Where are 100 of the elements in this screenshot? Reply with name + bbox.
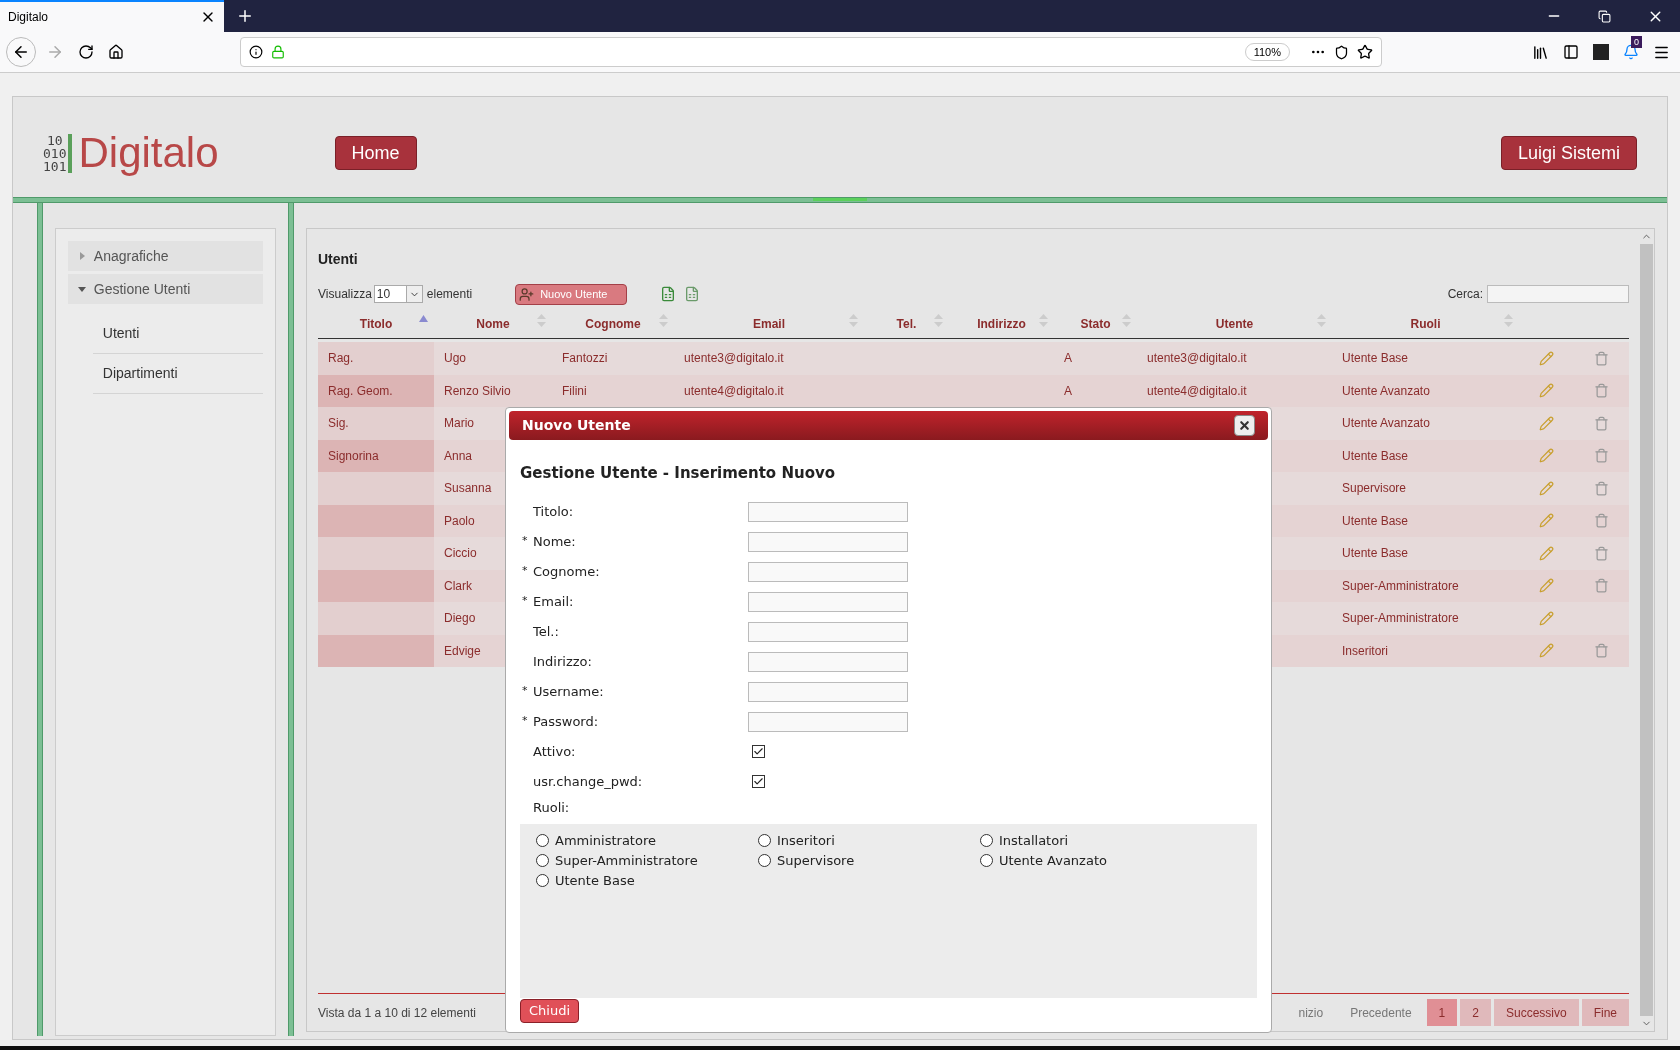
role-radio[interactable]: Installatori: [980, 831, 1202, 850]
delete-icon[interactable]: [1594, 383, 1609, 399]
table-cell-text: Ciccio: [444, 545, 477, 563]
column-header[interactable]: Stato: [1054, 314, 1137, 333]
delete-icon[interactable]: [1594, 480, 1609, 496]
edit-icon[interactable]: [1539, 383, 1554, 399]
text-field[interactable]: [748, 561, 908, 582]
role-radio[interactable]: Inseritori: [758, 831, 980, 850]
delete-icon[interactable]: [1594, 350, 1609, 366]
edit-icon[interactable]: [1539, 643, 1554, 659]
table-title: Utenti: [318, 250, 359, 269]
edit-icon[interactable]: [1539, 350, 1554, 366]
role-radio[interactable]: Utente Avanzato: [980, 851, 1202, 870]
table-cell-text: Utente Base: [1342, 447, 1409, 465]
edit-icon[interactable]: [1539, 578, 1554, 594]
pagination-button[interactable]: 2: [1460, 999, 1491, 1026]
edit-icon[interactable]: [1539, 545, 1554, 561]
user-button[interactable]: Luigi Sistemi: [1500, 136, 1637, 170]
delete-icon[interactable]: [1594, 643, 1609, 659]
pagination-button[interactable]: Fine: [1581, 999, 1629, 1026]
delete-icon[interactable]: [1594, 415, 1609, 431]
field-label: Titolo:: [533, 502, 574, 521]
edit-icon[interactable]: [1539, 513, 1554, 529]
role-radio[interactable]: Utente Base: [536, 871, 758, 890]
close-dialog-button[interactable]: Chiudi: [520, 998, 580, 1023]
bookmark-star-icon[interactable]: [1357, 44, 1373, 60]
edit-icon[interactable]: [1539, 448, 1554, 464]
column-header[interactable]: Email: [674, 314, 864, 333]
pagination-link[interactable]: nizio: [1286, 999, 1336, 1026]
text-field[interactable]: [748, 681, 908, 702]
sidebar-group[interactable]: Anagrafiche: [67, 241, 264, 271]
field-label: Tel.:: [533, 622, 559, 641]
table-cell-text: Inseritori: [1342, 642, 1388, 660]
table-cell-text: Renzo Silvio: [444, 382, 511, 400]
edit-icon[interactable]: [1539, 480, 1554, 496]
delete-icon[interactable]: [1594, 513, 1609, 529]
sidebar-item[interactable]: Utenti: [92, 314, 264, 354]
role-radio[interactable]: Supervisore: [758, 851, 980, 870]
checkbox[interactable]: [752, 775, 765, 788]
excel-copy-icon[interactable]: [684, 286, 701, 302]
notification-icon[interactable]: [1623, 44, 1639, 60]
sidebar-group[interactable]: Gestione Utenti: [67, 274, 264, 304]
roles-label: Ruoli:: [532, 798, 571, 817]
close-button[interactable]: [1234, 415, 1255, 436]
sidebar-item[interactable]: Dipartimenti: [92, 354, 264, 394]
column-header[interactable]: Titolo: [318, 314, 434, 333]
search-field[interactable]: [1487, 285, 1629, 303]
role-radio[interactable]: Super-Amministratore: [536, 851, 758, 870]
table-cell-text: Paolo: [444, 512, 475, 530]
required-mark: *: [522, 684, 528, 698]
edit-icon[interactable]: [1539, 610, 1554, 626]
table-cell-text: Edvige: [444, 642, 481, 660]
pocket-icon[interactable]: [1334, 44, 1349, 60]
column-header[interactable]: Indirizzo: [949, 314, 1054, 333]
text-field[interactable]: [748, 651, 908, 672]
table-cell-text: utente4@digitalo.it: [684, 382, 784, 400]
add-user-icon: [519, 286, 535, 302]
delete-icon[interactable]: [1594, 448, 1609, 464]
reload-icon[interactable]: [78, 44, 94, 60]
table-cell-text: Utente Base: [1342, 350, 1409, 368]
home-icon[interactable]: [108, 44, 124, 60]
delete-icon[interactable]: [1594, 578, 1609, 594]
table-cell: Signorina: [318, 439, 434, 472]
column-header[interactable]: Ruoli: [1332, 314, 1519, 333]
column-header[interactable]: Cognome: [552, 314, 674, 333]
sidebar-icon[interactable]: [1563, 44, 1579, 60]
pagination-button[interactable]: Successivo: [1493, 999, 1579, 1026]
table-cell-text: Supervisore: [1342, 480, 1407, 498]
table-cell-text: Utente Base: [1342, 512, 1409, 530]
address-bar[interactable]: 110%: [240, 37, 1382, 67]
library-icon[interactable]: [1532, 43, 1549, 61]
checkbox[interactable]: [752, 745, 765, 758]
text-field[interactable]: [748, 501, 908, 522]
column-header[interactable]: Tel.: [864, 314, 949, 333]
edit-icon[interactable]: [1539, 415, 1554, 431]
text-field[interactable]: [748, 711, 908, 732]
home-button[interactable]: Home: [334, 136, 417, 170]
text-field[interactable]: [748, 531, 908, 552]
delete-icon[interactable]: [1594, 545, 1609, 561]
page-size-select[interactable]: 10: [373, 285, 423, 303]
table-cell: Rag.: [318, 342, 434, 375]
pagination-link[interactable]: Precedente: [1338, 999, 1424, 1026]
field-label: Username:: [533, 682, 604, 701]
new-tab-icon[interactable]: [236, 7, 254, 25]
text-field[interactable]: [748, 621, 908, 642]
field-label: Cognome:: [533, 562, 600, 581]
text-field[interactable]: [748, 591, 908, 612]
info-icon: [249, 45, 263, 59]
column-header[interactable]: Nome: [434, 314, 552, 333]
table-cell-text: Utente Avanzato: [1342, 415, 1430, 433]
forward-icon[interactable]: [46, 43, 64, 61]
excel-export-icon[interactable]: [660, 286, 677, 302]
show-label: Visualizza: [318, 286, 372, 303]
column-header[interactable]: Utente: [1137, 314, 1332, 333]
field-label: Indirizzo:: [533, 652, 592, 671]
table-cell-text: Filini: [562, 382, 587, 400]
restore-icon[interactable]: [1598, 9, 1611, 23]
browser-tab[interactable]: Digitalo: [0, 0, 224, 32]
table-cell-text: Super-Amministratore: [1342, 577, 1459, 595]
role-radio[interactable]: Amministratore: [536, 831, 758, 850]
